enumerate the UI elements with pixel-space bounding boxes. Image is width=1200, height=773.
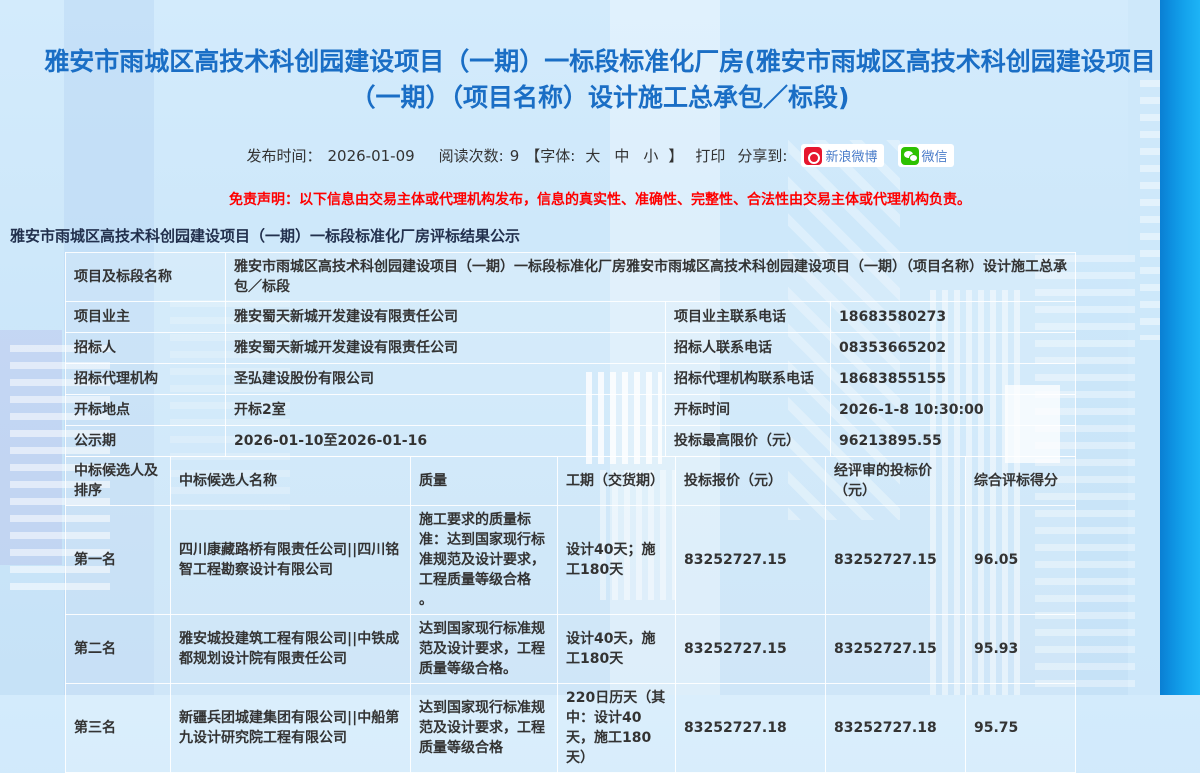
table-row: 招标代理机构 圣弘建设股份有限公司 招标代理机构联系电话 18683855155: [66, 364, 1076, 395]
candidate-price: 83252727.18: [676, 684, 826, 773]
col-price: 投标报价（元）: [676, 457, 826, 506]
table-row: 公示期 2026-01-10至2026-01-16 投标最高限价（元） 9621…: [66, 426, 1076, 457]
candidate-row: 第二名 雅安城投建筑工程有限公司||中铁成都规划设计院有限责任公司 达到国家现行…: [66, 615, 1076, 684]
publish-time-value: 2026-01-09: [327, 147, 414, 165]
page-title: 雅安市雨城区高技术科创园建设项目（一期）一标段标准化厂房(雅安市雨城区高技术科创…: [25, 0, 1175, 116]
candidates-table: 中标候选人及排序 中标候选人名称 质量 工期（交货期） 投标报价（元） 经评审的…: [65, 456, 1076, 773]
publicity-period-value: 2026-01-10至2026-01-16: [226, 426, 666, 457]
font-size-open: 【字体:: [525, 145, 575, 166]
max-price-label: 投标最高限价（元）: [666, 426, 831, 457]
weibo-icon: [804, 147, 822, 165]
tenderer-phone-label: 招标人联系电话: [666, 333, 831, 364]
font-size-small-button[interactable]: 小: [643, 145, 658, 166]
share-weibo-button[interactable]: 新浪微博: [801, 144, 883, 167]
candidate-evaluated-price: 83252727.15: [826, 506, 966, 615]
font-size-large-button[interactable]: 大: [585, 145, 600, 166]
tenderer-phone-value: 08353665202: [831, 333, 1076, 364]
candidate-rank: 第三名: [66, 684, 171, 773]
candidate-evaluated-price: 83252727.15: [826, 615, 966, 684]
agency-value: 圣弘建设股份有限公司: [226, 364, 666, 395]
candidate-duration: 设计40天，施工180天: [558, 615, 676, 684]
candidate-rank: 第二名: [66, 615, 171, 684]
candidate-rank: 第一名: [66, 506, 171, 615]
candidate-evaluated-price: 83252727.18: [826, 684, 966, 773]
candidates-header-row: 中标候选人及排序 中标候选人名称 质量 工期（交货期） 投标报价（元） 经评审的…: [66, 457, 1076, 506]
result-announcement-title: 雅安市雨城区高技术科创园建设项目（一期）一标段标准化厂房评标结果公示: [10, 225, 1200, 246]
candidate-row: 第一名 四川康藏路桥有限责任公司||四川铭智工程勘察设计有限公司 施工要求的质量…: [66, 506, 1076, 615]
project-name-value: 雅安市雨城区高技术科创园建设项目（一期）一标段标准化厂房雅安市雨城区高技术科创园…: [226, 253, 1076, 302]
open-time-value: 2026-1-8 10:30:00: [831, 395, 1076, 426]
candidate-row: 第三名 新疆兵团城建集团有限公司||中船第九设计研究院工程有限公司 达到国家现行…: [66, 684, 1076, 773]
agency-phone-value: 18683855155: [831, 364, 1076, 395]
max-price-value: 96213895.55: [831, 426, 1076, 457]
owner-label: 项目业主: [66, 302, 226, 333]
font-size-medium-button[interactable]: 中: [614, 145, 629, 166]
publish-time-label: 发布时间：: [246, 145, 321, 166]
open-time-label: 开标时间: [666, 395, 831, 426]
candidate-name: 新疆兵团城建集团有限公司||中船第九设计研究院工程有限公司: [171, 684, 411, 773]
candidate-score: 96.05: [966, 506, 1076, 615]
candidate-name: 四川康藏路桥有限责任公司||四川铭智工程勘察设计有限公司: [171, 506, 411, 615]
meta-bar: 发布时间： 2026-01-09 阅读次数: 9 【字体: 大 中 小 】 打印…: [0, 144, 1200, 167]
agency-label: 招标代理机构: [66, 364, 226, 395]
disclaimer-text: 免责声明：以下信息由交易主体或代理机构发布，信息的真实性、准确性、完整性、合法性…: [0, 189, 1200, 209]
font-size-close: 】: [668, 145, 683, 166]
candidate-score: 95.93: [966, 615, 1076, 684]
candidate-quality: 达到国家现行标准规范及设计要求，工程质量等级合格: [411, 684, 558, 773]
candidate-quality: 达到国家现行标准规范及设计要求，工程质量等级合格。: [411, 615, 558, 684]
col-name: 中标候选人名称: [171, 457, 411, 506]
tenderer-label: 招标人: [66, 333, 226, 364]
share-label: 分享到:: [737, 145, 787, 166]
views-count: 9: [510, 147, 520, 165]
table-row: 项目及标段名称 雅安市雨城区高技术科创园建设项目（一期）一标段标准化厂房雅安市雨…: [66, 253, 1076, 302]
candidate-name: 雅安城投建筑工程有限公司||中铁成都规划设计院有限责任公司: [171, 615, 411, 684]
publicity-period-label: 公示期: [66, 426, 226, 457]
col-evaluated-price: 经评审的投标价（元）: [826, 457, 966, 506]
owner-phone-label: 项目业主联系电话: [666, 302, 831, 333]
open-place-value: 开标2室: [226, 395, 666, 426]
candidate-duration: 设计40天；施工180天: [558, 506, 676, 615]
views-label: 阅读次数:: [439, 145, 504, 166]
col-quality: 质量: [411, 457, 558, 506]
project-name-label: 项目及标段名称: [66, 253, 226, 302]
wechat-icon: [901, 147, 919, 165]
candidate-price: 83252727.15: [676, 615, 826, 684]
share-wechat-label: 微信: [922, 146, 948, 165]
open-place-label: 开标地点: [66, 395, 226, 426]
print-button[interactable]: 打印: [695, 145, 725, 166]
project-info-table: 项目及标段名称 雅安市雨城区高技术科创园建设项目（一期）一标段标准化厂房雅安市雨…: [65, 252, 1076, 457]
agency-phone-label: 招标代理机构联系电话: [666, 364, 831, 395]
owner-phone-value: 18683580273: [831, 302, 1076, 333]
table-row: 项目业主 雅安蜀天新城开发建设有限责任公司 项目业主联系电话 186835802…: [66, 302, 1076, 333]
col-rank: 中标候选人及排序: [66, 457, 171, 506]
tenderer-value: 雅安蜀天新城开发建设有限责任公司: [226, 333, 666, 364]
owner-value: 雅安蜀天新城开发建设有限责任公司: [226, 302, 666, 333]
table-row: 开标地点 开标2室 开标时间 2026-1-8 10:30:00: [66, 395, 1076, 426]
candidate-duration: 220日历天（其中：设计40天，施工180天）: [558, 684, 676, 773]
candidate-score: 95.75: [966, 684, 1076, 773]
share-wechat-button[interactable]: 微信: [898, 144, 954, 167]
col-duration: 工期（交货期）: [558, 457, 676, 506]
candidate-price: 83252727.15: [676, 506, 826, 615]
share-weibo-label: 新浪微博: [825, 146, 877, 165]
table-row: 招标人 雅安蜀天新城开发建设有限责任公司 招标人联系电话 08353665202: [66, 333, 1076, 364]
col-score: 综合评标得分: [966, 457, 1076, 506]
candidate-quality: 施工要求的质量标准：达到国家现行标准规范及设计要求，工程质量等级合格 。: [411, 506, 558, 615]
